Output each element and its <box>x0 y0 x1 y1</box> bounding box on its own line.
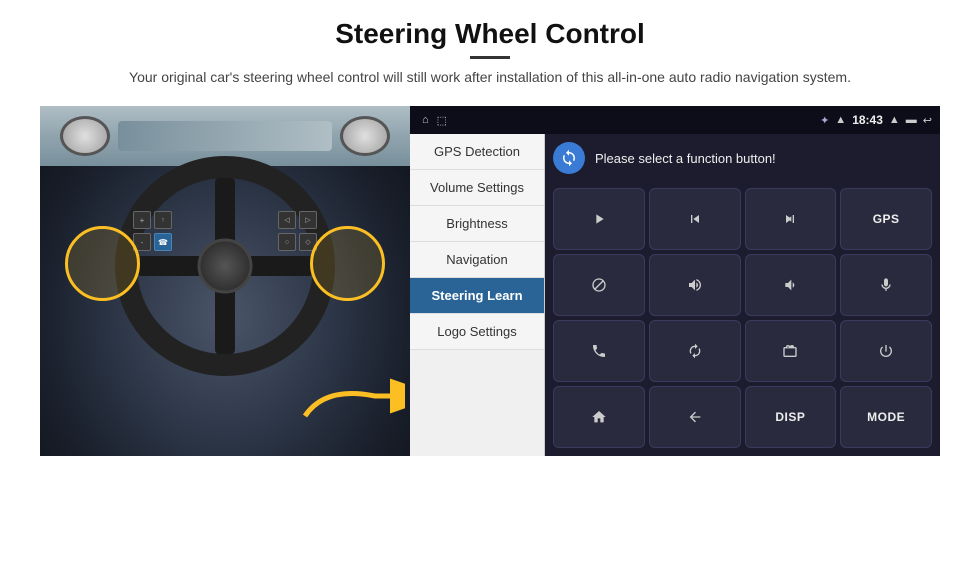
status-bar: ⌂ ⬚ ✦ ▲ 18:43 ▲ ▬ ↩ <box>410 106 940 134</box>
mic-button[interactable] <box>840 254 932 316</box>
highlight-right <box>310 226 385 301</box>
home-button[interactable] <box>553 386 645 448</box>
menu-item-gps[interactable]: GPS Detection <box>410 134 544 170</box>
function-area: Please select a function button! <box>545 134 940 456</box>
play-button[interactable] <box>553 188 645 250</box>
title-section: Steering Wheel Control Your original car… <box>129 18 851 88</box>
gauge-right <box>340 116 390 156</box>
mode-label: MODE <box>867 410 905 424</box>
menu-item-navigation[interactable]: Navigation <box>410 242 544 278</box>
next-button[interactable] <box>745 188 837 250</box>
highlight-left <box>65 226 140 301</box>
menu-item-volume[interactable]: Volume Settings <box>410 170 544 206</box>
function-prompt: Please select a function button! <box>595 151 776 166</box>
panel-content: GPS Detection Volume Settings Brightness… <box>410 134 940 456</box>
page-container: Steering Wheel Control Your original car… <box>0 0 980 564</box>
expand-icon: ▲ <box>889 114 900 126</box>
sw-center-hub <box>198 239 253 294</box>
function-header: Please select a function button! <box>553 142 932 180</box>
menu-item-logo[interactable]: Logo Settings <box>410 314 544 350</box>
right-panel: ⌂ ⬚ ✦ ▲ 18:43 ▲ ▬ ↩ GPS Detection Volume… <box>410 106 940 456</box>
menu-item-steering-learn[interactable]: Steering Learn <box>410 278 544 314</box>
power-button[interactable] <box>840 320 932 382</box>
window-icon: ⬚ <box>437 114 447 127</box>
status-time: 18:43 <box>852 113 883 127</box>
refresh-button[interactable] <box>553 142 585 174</box>
main-content: + ↑ - ☎ ◁ ▷ ○ ◇ <box>40 106 940 456</box>
gauge-left <box>60 116 110 156</box>
wifi-icon: ▲ <box>835 114 846 126</box>
vol-down-button[interactable] <box>745 254 837 316</box>
gps-label: GPS <box>873 212 900 226</box>
title-divider <box>470 56 510 59</box>
disp-label: DISP <box>775 410 805 424</box>
function-grid: GPS <box>553 188 932 448</box>
steering-wheel: + ↑ - ☎ ◁ ▷ ○ ◇ <box>115 156 335 376</box>
back-icon: ↩ <box>923 114 932 127</box>
prev-button[interactable] <box>649 188 741 250</box>
page-title: Steering Wheel Control <box>129 18 851 50</box>
home-nav-icon: ⌂ <box>422 114 429 127</box>
battery-icon: ▬ <box>906 114 917 126</box>
radio-button[interactable] <box>745 320 837 382</box>
menu-item-brightness[interactable]: Brightness <box>410 206 544 242</box>
disp-button[interactable]: DISP <box>745 386 837 448</box>
gps-button[interactable]: GPS <box>840 188 932 250</box>
yellow-arrow <box>295 376 405 436</box>
nav-icons: ⌂ ⬚ <box>422 114 447 127</box>
menu-list: GPS Detection Volume Settings Brightness… <box>410 134 545 456</box>
back-button[interactable] <box>649 386 741 448</box>
mute-button[interactable] <box>553 254 645 316</box>
phone-button[interactable] <box>553 320 645 382</box>
page-subtitle: Your original car's steering wheel contr… <box>129 67 851 88</box>
bluetooth-icon: ✦ <box>820 114 829 127</box>
mode-button[interactable]: MODE <box>840 386 932 448</box>
steering-wheel-image: + ↑ - ☎ ◁ ▷ ○ ◇ <box>40 106 410 456</box>
rotate-button[interactable] <box>649 320 741 382</box>
vol-up-button[interactable] <box>649 254 741 316</box>
